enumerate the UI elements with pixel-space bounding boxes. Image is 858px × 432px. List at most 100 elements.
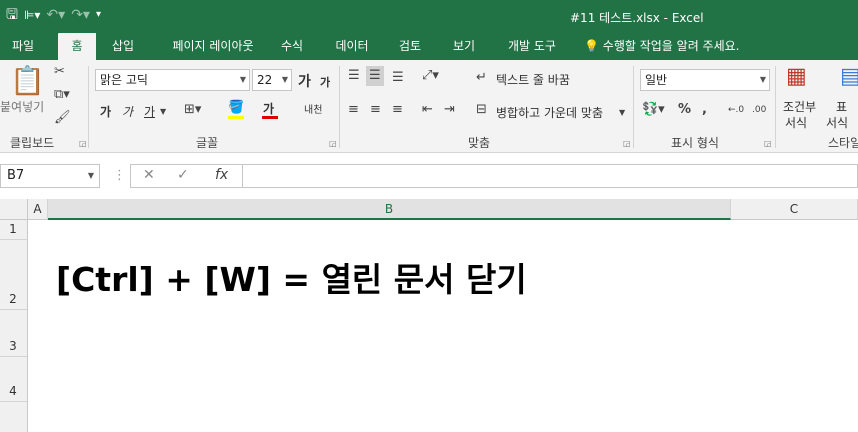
alignment-group-label: 맞춤 [468,136,491,150]
formula-buttons: ✕ ✓ fx [130,164,243,188]
name-box[interactable]: B7 ▼ [0,164,100,188]
wrap-text-icon: ↵ [476,70,487,85]
column-header-b[interactable]: B [48,199,731,220]
decrease-indent-icon[interactable]: ⇤ [422,102,433,118]
number-launcher-icon[interactable]: ◲ [764,139,772,148]
column-header-c[interactable]: C [731,199,858,220]
touch-mode-icon[interactable]: ⊫▾ [24,5,40,25]
align-center-icon[interactable]: ≡ [370,102,381,118]
window-title: #11 테스트.xlsx - Excel [570,11,704,25]
align-middle-icon[interactable]: ☰ [366,66,384,86]
format-painter-icon[interactable]: 🖌 [54,110,71,126]
number-format-value: 일반 [645,73,668,87]
tell-me-label: 수행할 작업을 알려 주세요. [602,39,740,53]
comma-icon[interactable]: , [702,102,707,118]
paste-button[interactable]: 붙여넣기 [0,98,44,115]
align-top-icon[interactable]: ☰ [348,68,360,84]
wrap-text-button[interactable]: 텍스트 줄 바꿈 [496,71,570,88]
format-as-table-label[interactable]: 표 [836,98,847,115]
undo-icon[interactable]: ↶▾ [46,5,65,25]
cut-icon[interactable]: ✂ [54,64,65,80]
tab-formulas[interactable]: 수식 [272,33,312,60]
tab-review[interactable]: 검토 [390,33,430,60]
row-header-3[interactable]: 3 [0,310,28,357]
redo-icon[interactable]: ↷▾ [71,5,90,25]
bold-button[interactable]: 가 [100,103,111,120]
save-icon[interactable]: 🖫 [6,5,18,25]
row-header-1[interactable]: 1 [0,220,28,240]
align-right-icon[interactable]: ≡ [392,102,403,118]
tab-developer[interactable]: 개발 도구 [498,33,566,60]
paste-icon[interactable]: 📋 [10,66,45,96]
title-bar: 🖫 ⊫▾ ↶▾ ↷▾ ▾ #11 테스트.xlsx - Excel [0,0,858,33]
font-color-swatch [262,116,278,119]
chevron-down-icon: ▼ [87,171,94,180]
insert-function-icon[interactable]: fx [215,167,228,183]
conditional-formatting-icon[interactable]: ▦ [786,64,807,90]
align-left-icon[interactable]: ≡ [348,102,359,118]
chevron-down-icon[interactable]: ▼ [160,104,166,120]
tab-file[interactable]: 파일 [0,33,46,60]
increase-indent-icon[interactable]: ⇥ [444,102,455,118]
font-name-select[interactable]: 맑은 고딕 ▼ [95,69,250,91]
divider [633,66,634,148]
row-header-4[interactable]: 4 [0,357,28,402]
conditional-formatting-label[interactable]: 조건부 [783,98,816,115]
clipboard-launcher-icon[interactable]: ◲ [79,139,87,148]
chevron-down-icon[interactable]: ▼ [619,105,625,121]
copy-icon[interactable]: ⧉▾ [54,87,70,103]
row-header-5[interactable] [0,402,28,432]
chevron-down-icon: ▼ [239,75,246,84]
tab-home[interactable]: 홈 [58,33,96,60]
grow-font-button[interactable]: 가 [298,71,311,91]
enter-icon[interactable]: ✓ [177,167,189,183]
row-number: 2 [9,292,17,306]
fill-color-icon[interactable]: 🪣 [228,100,244,119]
formula-bar: B7 ▼ ⋮ ✕ ✓ fx [0,153,858,199]
row-number: 4 [9,384,17,398]
merge-center-button[interactable]: 병합하고 가운데 맞춤 [496,104,603,121]
lightbulb-icon: 💡 [584,39,599,53]
customize-qat-icon[interactable]: ▾ [96,5,101,25]
conditional-formatting-label-2[interactable]: 서식 [785,114,807,131]
accounting-format-icon[interactable]: 💱▾ [642,102,665,118]
cancel-icon[interactable]: ✕ [143,167,155,183]
font-color-button[interactable]: 가 [263,100,274,117]
ribbon-tabs: 파일 홈 삽입 페이지 레이아웃 수식 데이터 검토 보기 개발 도구 💡 수행… [0,33,858,60]
number-format-select[interactable]: 일반 ▼ [640,69,770,91]
column-header-a[interactable]: A [28,199,48,220]
quick-access-toolbar: 🖫 ⊫▾ ↶▾ ↷▾ ▾ [6,5,101,25]
formula-input[interactable] [243,164,858,188]
cell-b2[interactable]: [Ctrl] + [W] = 열린 문서 닫기 [56,253,527,301]
worksheet-grid[interactable]: A B C 1 2 3 4 [Ctrl] + [W] = 열린 문서 닫기 [0,199,858,432]
tell-me-search[interactable]: 💡 수행할 작업을 알려 주세요. [584,33,752,60]
name-box-value: B7 [7,168,25,183]
orientation-icon[interactable]: ⤢▾ [422,68,439,84]
border-icon[interactable]: ⊞▾ [184,102,201,118]
select-all-button[interactable] [0,199,28,220]
chevron-down-icon: ▼ [759,75,766,84]
font-size-value: 22 [257,73,273,87]
tab-page-layout[interactable]: 페이지 레이아웃 [158,33,268,60]
underline-button[interactable]: 가 [144,103,155,120]
percent-icon[interactable]: % [678,102,691,118]
more-options-icon[interactable]: ⋮ [113,168,126,184]
row-number: 1 [9,222,17,236]
row-header-2[interactable]: 2 [0,240,28,310]
chevron-down-icon: ▼ [281,75,288,84]
shrink-font-button[interactable]: 가 [320,74,330,90]
italic-button[interactable]: 가 [122,103,133,120]
phonetic-button[interactable]: 내천 [304,101,322,116]
tab-view[interactable]: 보기 [444,33,484,60]
align-bottom-icon[interactable]: ☰ [392,70,404,86]
decrease-decimal-icon[interactable]: .00 [752,102,766,118]
font-launcher-icon[interactable]: ◲ [329,139,337,148]
clipboard-group-label: 클립보드 [10,136,55,150]
tab-insert[interactable]: 삽입 [102,33,144,60]
alignment-launcher-icon[interactable]: ◲ [623,139,631,148]
font-size-select[interactable]: 22 ▼ [252,69,292,91]
tab-data[interactable]: 데이터 [328,33,376,60]
increase-decimal-icon[interactable]: ←.0 [728,102,744,118]
format-as-table-icon[interactable]: ▤ [840,64,858,90]
format-as-table-label-2[interactable]: 서식 [826,114,848,131]
